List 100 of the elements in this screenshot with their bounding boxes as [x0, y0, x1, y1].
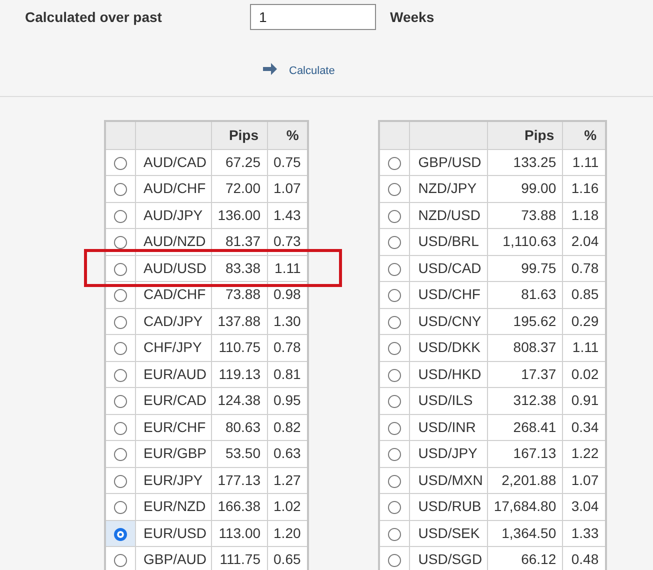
- table-cell: 53.50: [211, 440, 268, 467]
- table-cell: EUR/NZD: [135, 494, 212, 520]
- radio-button[interactable]: [388, 474, 402, 488]
- table-cell: USD/CHF: [410, 282, 488, 308]
- table-cell: CAD/CHF: [135, 282, 212, 308]
- table-cell: 83.38: [211, 255, 268, 282]
- radio-button[interactable]: [114, 210, 127, 223]
- table-cell: 113.00: [211, 520, 268, 546]
- radio-button[interactable]: [114, 474, 127, 488]
- table-cell: 67.25: [211, 149, 268, 176]
- radio-button[interactable]: [388, 236, 402, 250]
- unit-label: Weeks: [390, 8, 434, 27]
- table-cell: AUD/NZD: [135, 228, 212, 255]
- column-header: %: [286, 126, 299, 143]
- table-cell: 136.00: [211, 202, 268, 228]
- table-cell: 73.88: [487, 202, 563, 228]
- table-cell: 110.75: [211, 334, 268, 361]
- table-cell: 72.00: [211, 176, 268, 202]
- radio-button[interactable]: [388, 210, 402, 223]
- table-cell: NZD/JPY: [410, 176, 488, 202]
- table-cell: USD/BRL: [410, 228, 488, 255]
- arrow-right-icon: [262, 62, 278, 76]
- table-cell: NZD/USD: [410, 202, 488, 228]
- radio-button[interactable]: [114, 501, 127, 514]
- table-cell: EUR/USD: [135, 520, 212, 546]
- table-cell: 312.38: [487, 388, 563, 414]
- table-cell: 268.41: [487, 414, 563, 440]
- table-cell: EUR/JPY: [135, 467, 212, 494]
- table-cell: 99.75: [487, 255, 563, 282]
- table-cell: 73.88: [211, 282, 268, 308]
- radio-button[interactable]: [388, 342, 402, 356]
- radio-button[interactable]: [114, 156, 127, 170]
- table-cell: 99.00: [487, 176, 563, 202]
- table-cell: 2,201.88: [487, 467, 563, 494]
- field-label: Calculated over past: [25, 8, 162, 27]
- radio-button[interactable]: [114, 395, 127, 408]
- table-cell: 177.13: [211, 467, 268, 494]
- table-cell: USD/SEK: [410, 520, 488, 546]
- weeks-input[interactable]: 1: [250, 4, 376, 30]
- table-cell: USD/ILS: [410, 388, 488, 414]
- table-cell: 1,364.50: [487, 520, 563, 546]
- table-cell: CHF/JPY: [135, 334, 212, 361]
- table-cell: AUD/CAD: [135, 149, 212, 176]
- table-cell: 81.63: [487, 282, 563, 308]
- calculate-link[interactable]: Calculate: [289, 63, 335, 80]
- table-cell: 17.37: [487, 361, 563, 388]
- table-cell: 808.37: [487, 334, 563, 361]
- table-cell: USD/CNY: [410, 308, 488, 334]
- radio-button[interactable]: [114, 236, 127, 250]
- table-cell: USD/DKK: [410, 334, 488, 361]
- radio-button[interactable]: [388, 289, 402, 302]
- radio-button[interactable]: [388, 316, 402, 329]
- table-cell: USD/RUB: [410, 494, 488, 520]
- table-cell: EUR/GBP: [135, 440, 212, 467]
- radio-button[interactable]: [114, 289, 127, 302]
- table-cell: USD/JPY: [410, 440, 488, 467]
- table-cell: 133.25: [487, 149, 563, 176]
- radio-button[interactable]: [388, 422, 402, 435]
- radio-button[interactable]: [388, 183, 402, 196]
- radio-button[interactable]: [114, 262, 127, 276]
- table-cell: USD/CAD: [410, 255, 488, 282]
- radio-button[interactable]: [388, 501, 402, 514]
- table-cell: USD/MXN: [410, 467, 488, 494]
- table-cell: AUD/USD: [135, 255, 212, 282]
- radio-button[interactable]: [114, 448, 127, 462]
- column-header: Pips: [524, 126, 554, 143]
- radio-button[interactable]: [388, 448, 402, 462]
- table-cell: 167.13: [487, 440, 563, 467]
- radio-button[interactable]: [114, 554, 127, 567]
- radio-button[interactable]: [114, 528, 127, 541]
- column-header: %: [584, 126, 597, 143]
- table-cell: 119.13: [211, 361, 268, 388]
- table-cell: 137.88: [211, 308, 268, 334]
- table-cell: 1,110.63: [487, 228, 563, 255]
- radio-button[interactable]: [114, 342, 127, 356]
- radio-button[interactable]: [388, 156, 402, 170]
- table-cell: 195.62: [487, 308, 563, 334]
- radio-button[interactable]: [114, 368, 127, 382]
- table-cell: CAD/JPY: [135, 308, 212, 334]
- radio-button[interactable]: [388, 554, 402, 567]
- table-cell: 17,684.80: [487, 494, 563, 520]
- table-cell: 81.37: [211, 228, 268, 255]
- radio-button[interactable]: [114, 422, 127, 435]
- column-header: Pips: [228, 126, 259, 143]
- table-cell: AUD/CHF: [135, 176, 212, 202]
- table-cell: 124.38: [211, 388, 268, 414]
- radio-button[interactable]: [388, 368, 402, 382]
- table-cell: 166.38: [211, 494, 268, 520]
- table-cell: EUR/CAD: [135, 388, 212, 414]
- table-cell: GBP/USD: [410, 149, 488, 176]
- table-cell: USD/INR: [410, 414, 488, 440]
- radio-button[interactable]: [388, 262, 402, 276]
- table-cell: EUR/CHF: [135, 414, 212, 440]
- radio-button[interactable]: [114, 183, 127, 196]
- table-cell: 80.63: [211, 414, 268, 440]
- table-cell: USD/HKD: [410, 361, 488, 388]
- radio-button[interactable]: [114, 316, 127, 329]
- table-cell: EUR/AUD: [135, 361, 212, 388]
- radio-button[interactable]: [388, 528, 402, 541]
- radio-button[interactable]: [388, 395, 402, 408]
